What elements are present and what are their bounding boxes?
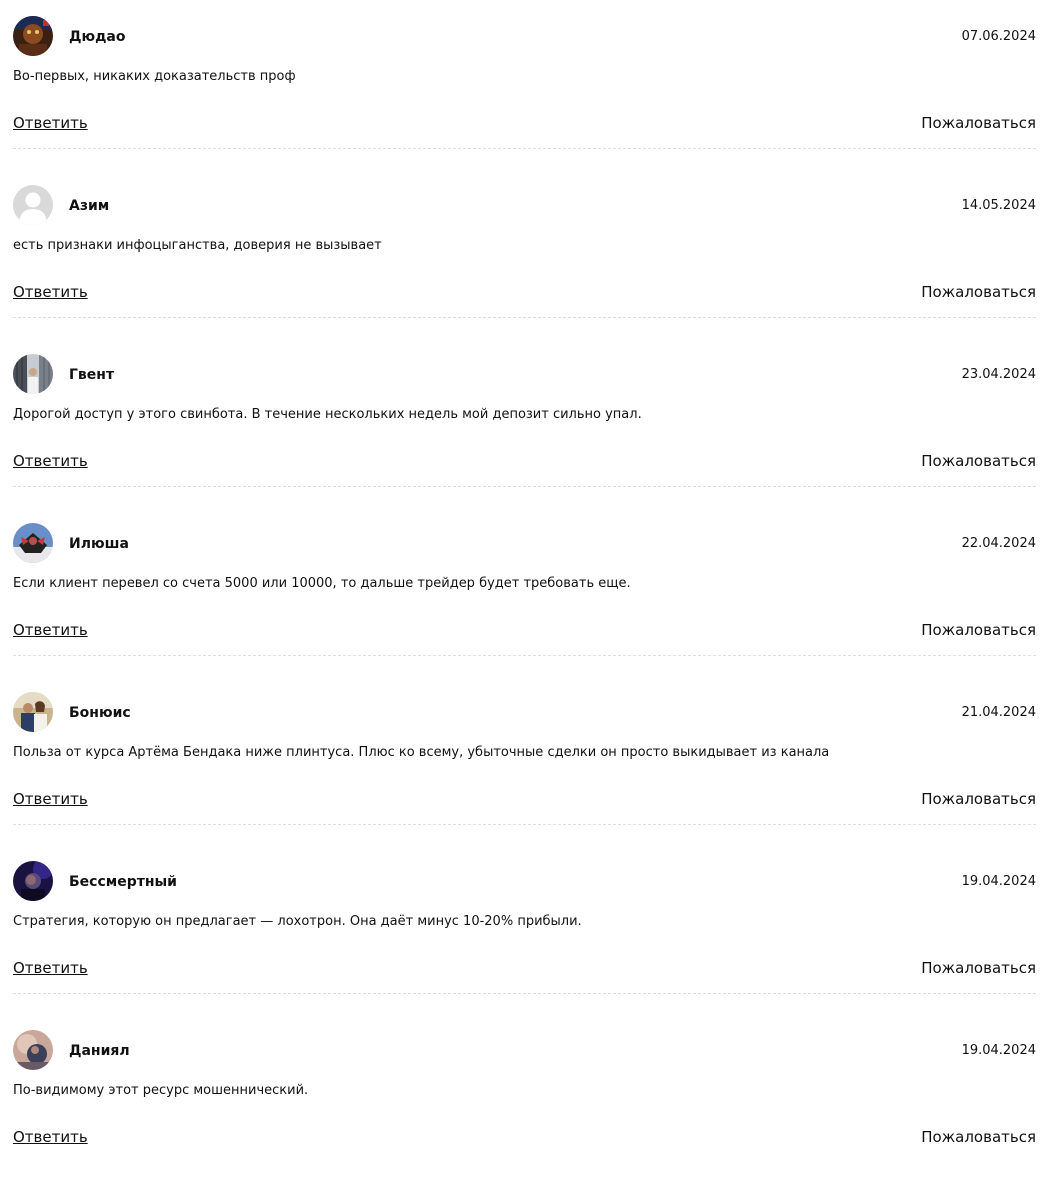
comment-text: Дорогой доступ у этого свинбота. В течен… <box>13 407 642 422</box>
reply-link[interactable]: Ответить <box>13 788 88 810</box>
comment-text: По-видимому этот ресурс мошеннический. <box>13 1083 309 1098</box>
avatar <box>13 354 53 394</box>
comment-text: Если клиент перевел со счета 5000 или 10… <box>13 576 631 591</box>
comment-author: Бессмертный <box>69 874 177 890</box>
comment-item: Илюша 22.04.2024 Если клиент перевел со … <box>13 507 1036 676</box>
avatar <box>13 16 53 56</box>
avatar <box>13 861 53 901</box>
divider <box>13 993 1036 994</box>
comment-item: Бессмертный 19.04.2024 Стратегия, котору… <box>13 845 1036 1014</box>
comment-actions: Ответить Пожаловаться <box>13 281 1036 305</box>
comment-actions: Ответить Пожаловаться <box>13 450 1036 474</box>
comment-text: Польза от курса Артёма Бендака ниже плин… <box>13 745 830 760</box>
complain-link[interactable]: Пожаловаться <box>921 957 1036 979</box>
default-user-icon <box>13 185 53 225</box>
comment-actions: Ответить Пожаловаться <box>13 112 1036 136</box>
reply-link[interactable]: Ответить <box>13 1126 88 1148</box>
comment-date: 14.05.2024 <box>961 198 1036 213</box>
comment-date: 21.04.2024 <box>961 705 1036 720</box>
comment-item: Бонюис 21.04.2024 Польза от курса Артёма… <box>13 676 1036 845</box>
comment-text: Стратегия, которую он предлагает — лохот… <box>13 914 582 929</box>
reply-link[interactable]: Ответить <box>13 450 88 472</box>
comment-author: Бонюис <box>69 705 131 721</box>
comment-item: Гвент 23.04.2024 Дорогой доступ у этого … <box>13 338 1036 507</box>
comment-text: Во-первых, никаких доказательств проф <box>13 69 296 84</box>
divider <box>13 655 1036 656</box>
comment-header: Дюдао 07.06.2024 <box>13 16 1036 56</box>
complain-link[interactable]: Пожаловаться <box>921 1126 1036 1148</box>
comment-actions: Ответить Пожаловаться <box>13 788 1036 812</box>
reply-link[interactable]: Ответить <box>13 281 88 303</box>
comment-actions: Ответить Пожаловаться <box>13 957 1036 981</box>
comment-item: Азим 14.05.2024 есть признаки инфоцыганс… <box>13 169 1036 338</box>
comment-actions: Ответить Пожаловаться <box>13 1126 1036 1150</box>
comment-date: 22.04.2024 <box>961 536 1036 551</box>
comment-header: Даниял 19.04.2024 <box>13 1030 1036 1070</box>
comment-author: Гвент <box>69 367 115 383</box>
comment-text: есть признаки инфоцыганства, доверия не … <box>13 238 382 253</box>
reply-link[interactable]: Ответить <box>13 619 88 641</box>
comment-author: Илюша <box>69 536 129 552</box>
reply-link[interactable]: Ответить <box>13 957 88 979</box>
divider <box>13 824 1036 825</box>
comment-actions: Ответить Пожаловаться <box>13 619 1036 643</box>
comment-date: 07.06.2024 <box>961 29 1036 44</box>
comment-author: Даниял <box>69 1043 130 1059</box>
complain-link[interactable]: Пожаловаться <box>921 450 1036 472</box>
comment-header: Илюша 22.04.2024 <box>13 523 1036 563</box>
avatar <box>13 523 53 563</box>
reply-link[interactable]: Ответить <box>13 112 88 134</box>
divider <box>13 486 1036 487</box>
comment-author: Дюдао <box>69 29 126 45</box>
comment-header: Гвент 23.04.2024 <box>13 354 1036 394</box>
divider <box>13 317 1036 318</box>
complain-link[interactable]: Пожаловаться <box>921 788 1036 810</box>
avatar <box>13 692 53 732</box>
comment-item: Дюдао 07.06.2024 Во-первых, никаких дока… <box>13 0 1036 169</box>
comment-date: 23.04.2024 <box>961 367 1036 382</box>
complain-link[interactable]: Пожаловаться <box>921 112 1036 134</box>
comment-author: Азим <box>69 198 110 214</box>
comment-date: 19.04.2024 <box>961 874 1036 889</box>
comment-item: Даниял 19.04.2024 По-видимому этот ресур… <box>13 1014 1036 1183</box>
avatar <box>13 1030 53 1070</box>
complain-link[interactable]: Пожаловаться <box>921 281 1036 303</box>
comment-header: Азим 14.05.2024 <box>13 185 1036 225</box>
complain-link[interactable]: Пожаловаться <box>921 619 1036 641</box>
divider <box>13 148 1036 149</box>
comment-date: 19.04.2024 <box>961 1043 1036 1058</box>
comment-header: Бессмертный 19.04.2024 <box>13 861 1036 901</box>
comment-header: Бонюис 21.04.2024 <box>13 692 1036 732</box>
